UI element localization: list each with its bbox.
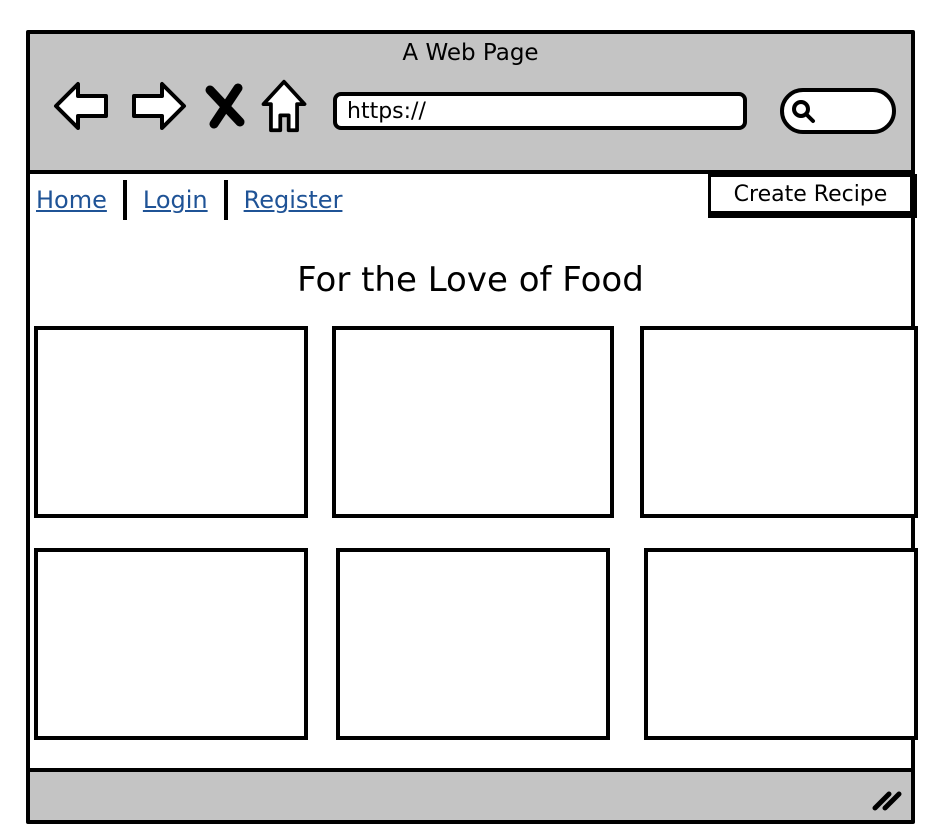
recipe-card[interactable] <box>336 548 610 740</box>
nav-divider <box>223 180 228 220</box>
recipe-card[interactable] <box>34 326 308 518</box>
close-x-icon <box>205 83 245 129</box>
back-button[interactable] <box>52 78 112 134</box>
recipe-card[interactable] <box>332 326 614 518</box>
nav-link-home[interactable]: Home <box>36 186 107 214</box>
recipe-card[interactable] <box>34 548 308 740</box>
browser-chrome: A Web Page https:// <box>30 34 911 174</box>
search-icon <box>790 98 816 124</box>
page-heading: For the Love of Food <box>297 260 644 300</box>
status-bar <box>30 768 911 820</box>
nav-divider <box>122 180 127 220</box>
create-recipe-button[interactable]: Create Recipe <box>708 174 917 218</box>
search-field[interactable] <box>780 88 896 134</box>
recipe-card[interactable] <box>640 326 918 518</box>
recipe-card[interactable] <box>644 548 918 740</box>
forward-button[interactable] <box>128 78 188 134</box>
resize-grip-icon[interactable] <box>871 786 905 812</box>
home-button[interactable] <box>258 78 310 134</box>
top-nav: Home Login Register <box>36 180 342 220</box>
browser-window: A Web Page https:// Home Login Register … <box>26 30 918 824</box>
window-title: A Web Page <box>402 40 539 66</box>
nav-link-login[interactable]: Login <box>143 186 208 214</box>
forward-arrow-icon <box>132 82 186 130</box>
nav-link-register[interactable]: Register <box>244 186 343 214</box>
stop-button[interactable] <box>202 78 248 134</box>
back-arrow-icon <box>54 82 108 130</box>
address-bar[interactable]: https:// <box>333 92 747 130</box>
home-icon <box>261 79 307 133</box>
